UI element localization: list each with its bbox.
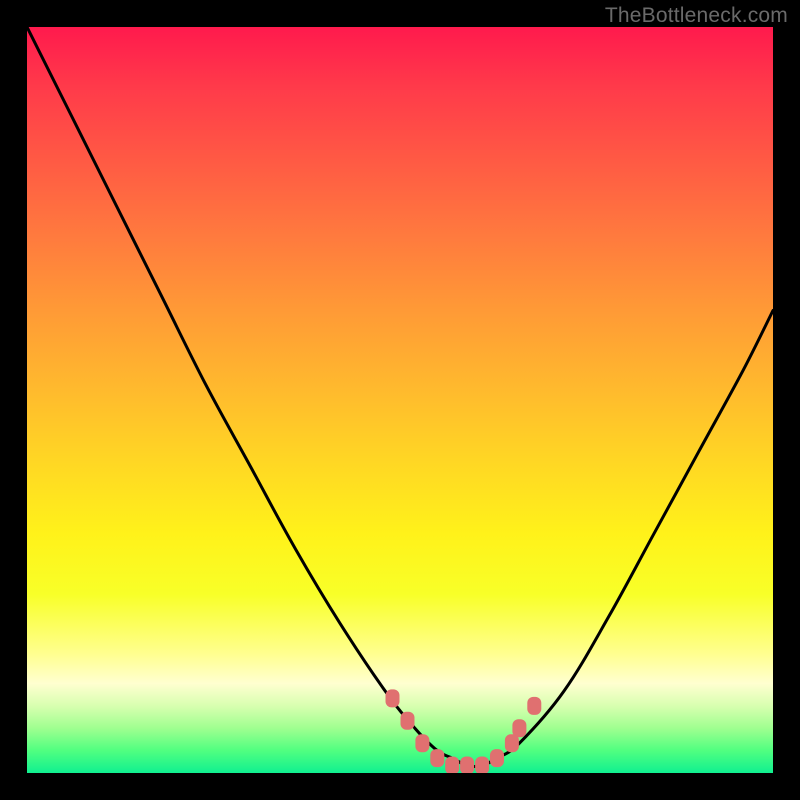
curve-marker xyxy=(401,712,415,730)
curve-marker xyxy=(415,734,429,752)
curve-marker xyxy=(386,689,400,707)
attribution-watermark: TheBottleneck.com xyxy=(605,4,788,28)
bottleneck-curve-svg xyxy=(27,27,773,773)
curve-marker xyxy=(512,719,526,737)
bottleneck-curve xyxy=(27,27,773,767)
chart-frame: TheBottleneck.com xyxy=(0,0,800,800)
curve-marker xyxy=(527,697,541,715)
curve-marker xyxy=(460,757,474,774)
curve-markers xyxy=(386,689,542,773)
curve-marker xyxy=(475,757,489,774)
plot-area xyxy=(27,27,773,773)
curve-marker xyxy=(445,757,459,774)
curve-marker xyxy=(490,749,504,767)
curve-marker xyxy=(430,749,444,767)
